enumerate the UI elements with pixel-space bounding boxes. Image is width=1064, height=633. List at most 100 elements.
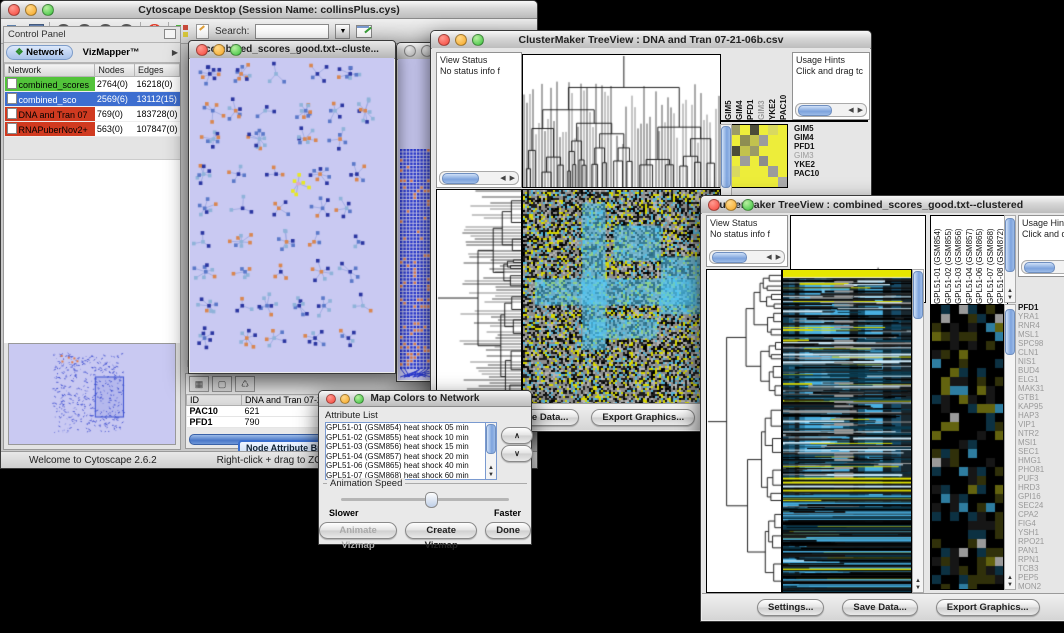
network-row[interactable]: DNA and Tran 07 769(0)183728(0)	[5, 107, 180, 122]
gene-label[interactable]: BUD4	[1018, 366, 1044, 375]
gene-label[interactable]: RPN1	[1018, 555, 1044, 564]
gene-label[interactable]: MON2	[1018, 582, 1044, 591]
tv2-zoom-heatmap[interactable]	[930, 304, 1004, 590]
gene-label[interactable]: KAP95	[1018, 402, 1044, 411]
gene-label[interactable]: PAN1	[1018, 546, 1044, 555]
close-icon[interactable]	[196, 44, 208, 56]
zoom-window-icon[interactable]	[230, 44, 242, 56]
close-icon[interactable]	[708, 199, 720, 211]
zoom-window-icon[interactable]	[742, 199, 754, 211]
birds-eye-view[interactable]	[8, 343, 176, 445]
dialog-title-bar[interactable]: Map Colors to Network	[319, 391, 531, 407]
select-attributes-icon[interactable]: ▦	[189, 376, 209, 392]
tv2-heatmap-scrollbar[interactable]: ▲▼	[912, 269, 924, 593]
gene-label[interactable]: RNR4	[1018, 321, 1044, 330]
gene-label[interactable]: PHO81	[1018, 465, 1044, 474]
minimize-icon[interactable]	[725, 199, 737, 211]
minimize-icon[interactable]	[455, 34, 467, 46]
tab-vizmapper[interactable]: VizMapper™	[75, 46, 148, 59]
tv1-hints-scrollbar[interactable]: ◀ ▶	[795, 103, 867, 117]
dialog-button[interactable]: Done	[485, 522, 531, 539]
attribute-list[interactable]: GPL51-01 (GSM854) heat shock 05 minGPL51…	[325, 422, 487, 480]
gene-label[interactable]: HAP3	[1018, 411, 1044, 420]
move-up-button[interactable]: ∧	[501, 427, 533, 444]
network-window-title-bar[interactable]: combined_scores_good.txt--cluste...	[189, 41, 395, 59]
new-attribute-icon[interactable]: ▢	[212, 376, 232, 392]
tv1-row-dendrogram[interactable]	[436, 189, 522, 413]
gene-label[interactable]: YKE2	[794, 160, 819, 169]
gene-label[interactable]: HMG1	[1018, 456, 1044, 465]
col-header-edges[interactable]: Edges	[134, 64, 179, 77]
gene-label[interactable]: PAC10	[794, 169, 819, 178]
gene-label[interactable]: VIP1	[1018, 420, 1044, 429]
gene-label[interactable]: CPA2	[1018, 510, 1044, 519]
tv2-status-scrollbar[interactable]: ◀ ▶	[709, 250, 785, 264]
window-controls[interactable]	[8, 4, 54, 16]
col-header-network[interactable]: Network	[5, 64, 95, 77]
gene-label[interactable]: PFD1	[1018, 303, 1044, 312]
dp-col-id[interactable]: ID	[187, 395, 242, 406]
dialog-button[interactable]: Animate Vizmap	[319, 522, 397, 539]
gene-label[interactable]: NIS1	[1018, 357, 1044, 366]
gene-label[interactable]: SPC98	[1018, 339, 1044, 348]
network-row[interactable]: combined_sco 2569(6)13112(15)	[5, 92, 180, 107]
tv2-settings-button[interactable]: Settings...	[757, 599, 824, 616]
gene-label[interactable]: MSL1	[1018, 330, 1044, 339]
close-icon[interactable]	[404, 45, 416, 57]
annotation-icon[interactable]	[196, 23, 209, 39]
speed-slider-thumb[interactable]	[425, 492, 438, 508]
zoom-window-icon[interactable]	[42, 4, 54, 16]
gene-label[interactable]: MAK31	[1018, 384, 1044, 393]
gene-label[interactable]: SEC1	[1018, 447, 1044, 456]
zoom-window-icon[interactable]	[472, 34, 484, 46]
gene-label[interactable]: RPO21	[1018, 537, 1044, 546]
gene-label[interactable]: CLN1	[1018, 348, 1044, 357]
attribute-item[interactable]: GPL51-03 (GSM856) heat shock 15 min	[326, 442, 486, 452]
tv2-heatmap[interactable]	[782, 269, 912, 593]
gene-label[interactable]: GIM3	[794, 151, 819, 160]
attribute-list-scrollbar[interactable]: ▲▼	[485, 422, 497, 480]
network-row[interactable]: combined_scores 2764(0)16218(0)	[5, 77, 180, 92]
gene-label[interactable]: TCB3	[1018, 564, 1044, 573]
tv2-hints-scrollbar[interactable]: ◀ ▶	[1021, 260, 1064, 274]
minimize-icon[interactable]	[213, 44, 225, 56]
attribute-item[interactable]: GPL51-06 (GSM865) heat shock 40 min	[326, 461, 486, 471]
gene-label[interactable]: PUF3	[1018, 474, 1044, 483]
gene-label[interactable]: MSI1	[1018, 438, 1044, 447]
tv1-status-scrollbar[interactable]: ◀ ▶	[439, 171, 519, 185]
network-row[interactable]: RNAPuberNov2+ 563(0)107847(0)	[5, 122, 180, 137]
gene-label[interactable]: HRD3	[1018, 483, 1044, 492]
attribute-item[interactable]: GPL51-02 (GSM855) heat shock 10 min	[326, 433, 486, 443]
tv1-heatmap[interactable]	[522, 189, 721, 413]
dialog-button[interactable]: Create Vizmap	[405, 522, 477, 539]
tv1-save-data-button[interactable]: Export Graphics...	[591, 409, 695, 426]
tv2-export-graphics-button[interactable]: Export Graphics...	[936, 599, 1040, 616]
minimize-icon[interactable]	[25, 4, 37, 16]
attribute-item[interactable]: GPL51-01 (GSM854) heat shock 05 min	[326, 423, 486, 433]
close-icon[interactable]	[8, 4, 20, 16]
network-canvas[interactable]	[190, 58, 394, 372]
gene-label[interactable]: YRA1	[1018, 312, 1044, 321]
tab-scroll-right-icon[interactable]: ▶	[172, 48, 178, 57]
tv2-gene-scrollbar[interactable]: ▲▼	[1004, 304, 1016, 590]
zoom-window-icon[interactable]	[354, 394, 364, 404]
col-header-nodes[interactable]: Nodes	[95, 64, 135, 77]
gene-label[interactable]: GPI16	[1018, 492, 1044, 501]
gene-label[interactable]: PFD1	[794, 142, 819, 151]
tv2-row-dendrogram[interactable]	[706, 269, 782, 593]
gene-label[interactable]: NTR2	[1018, 429, 1044, 438]
attribute-item[interactable]: GPL51-04 (GSM857) heat shock 20 min	[326, 452, 486, 462]
tv1-correlation-matrix[interactable]	[730, 124, 788, 188]
treeview2-title-bar[interactable]: ClusterMaker TreeView : combined_scores_…	[701, 196, 1064, 214]
gene-label[interactable]: YSH1	[1018, 528, 1044, 537]
gene-label[interactable]: PEP5	[1018, 573, 1044, 582]
delete-attribute-icon[interactable]: ♺	[235, 376, 255, 392]
close-icon[interactable]	[438, 34, 450, 46]
search-dropdown-icon[interactable]: ▼	[335, 24, 350, 39]
gene-label[interactable]: GIM4	[794, 133, 819, 142]
gene-label[interactable]: FIG4	[1018, 519, 1044, 528]
gene-label[interactable]: GTB1	[1018, 393, 1044, 402]
gene-label[interactable]: GIM5	[794, 124, 819, 133]
tab-network[interactable]: ❖ Network	[6, 45, 73, 60]
main-title-bar[interactable]: Cytoscape Desktop (Session Name: collins…	[1, 1, 537, 19]
